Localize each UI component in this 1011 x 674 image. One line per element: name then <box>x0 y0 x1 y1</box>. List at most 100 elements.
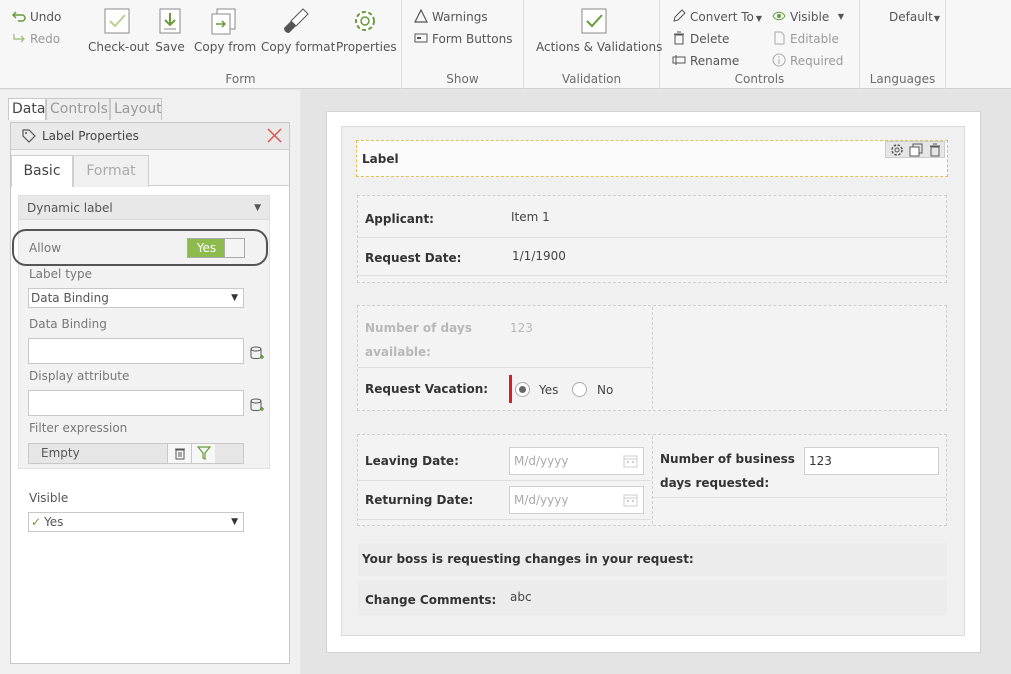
display-attribute-label: Display attribute <box>29 369 130 383</box>
properties-button[interactable]: Properties <box>336 6 397 54</box>
filter-expression-label: Filter expression <box>29 421 128 435</box>
visible-value: Yes <box>44 515 64 529</box>
business-days-input[interactable]: 123 <box>804 447 939 475</box>
warnings-toggle[interactable]: Warnings <box>414 8 488 26</box>
convert-to-chevron-icon: ▼ <box>755 14 763 23</box>
redo-icon <box>13 34 26 43</box>
row-divider <box>653 497 946 498</box>
control-toolbar <box>885 141 945 158</box>
filter-edit-button[interactable] <box>191 444 215 463</box>
vacation-yes-radio[interactable] <box>515 382 530 397</box>
leaving-date-placeholder: M/d/yyyy <box>514 454 569 468</box>
label-type-label: Label type <box>29 267 92 281</box>
checkout-icon <box>104 8 130 34</box>
copy-format-button[interactable]: Copy format <box>261 6 335 54</box>
eye-icon <box>772 11 786 21</box>
checkout-button[interactable]: Check-out <box>88 6 150 54</box>
ribbon-toolbar: Undo Redo Check-out Save Copy from Copy … <box>0 0 1011 89</box>
calendar-icon[interactable] <box>623 454 638 468</box>
trash-icon[interactable] <box>928 143 942 157</box>
data-binding-field[interactable] <box>28 338 244 364</box>
database-add-icon[interactable] <box>250 346 264 362</box>
label-type-select[interactable]: Data Binding ▼ <box>28 288 244 308</box>
gear-icon[interactable] <box>890 143 904 157</box>
form-buttons-icon <box>414 33 428 43</box>
copy-format-label: Copy format <box>261 40 336 54</box>
applicant-group <box>357 195 947 283</box>
undo-icon <box>12 11 26 22</box>
change-comments-label: Change Comments: <box>365 593 497 607</box>
row-divider <box>358 519 651 520</box>
leaving-date-input[interactable]: M/d/yyyy <box>509 447 644 475</box>
dynamic-label-header[interactable]: Dynamic label ▼ <box>19 196 269 220</box>
redo-button[interactable]: Redo <box>12 30 60 48</box>
paint-brush-icon <box>284 8 309 33</box>
checkout-label: Check-out <box>88 40 150 54</box>
column-divider <box>652 436 653 524</box>
visible-chevron-icon: ▼ <box>231 517 238 527</box>
visible-chevron-icon: ▼ <box>837 12 844 21</box>
controls-group: Convert To ▼ Delete Rename Visible ▼ Edita… <box>660 0 860 89</box>
copy-from-button[interactable]: Copy from <box>194 6 256 54</box>
visible-check-icon: ✓ <box>31 515 42 529</box>
tab-format[interactable]: Format <box>73 155 149 187</box>
vacation-no-radio[interactable] <box>572 382 587 397</box>
required-toggle[interactable]: Required <box>772 52 843 70</box>
row-divider <box>358 275 946 276</box>
form-group: Check-out Save Copy from Copy format Pro… <box>80 0 402 89</box>
visible-label: Visible <box>790 10 830 24</box>
boss-message-text: Your boss is requesting changes in your … <box>362 552 694 566</box>
rename-button[interactable]: Rename <box>672 52 739 70</box>
delete-button[interactable]: Delete <box>672 30 729 48</box>
tab-data[interactable]: Data <box>8 98 46 120</box>
business-days-value: 123 <box>809 454 832 468</box>
properties-header: Label Properties <box>11 123 289 150</box>
copy-icon[interactable] <box>909 143 923 157</box>
show-group: Warnings Form Buttons Show <box>402 0 524 89</box>
show-group-label: Show <box>446 72 479 86</box>
tab-layout[interactable]: Layout <box>110 98 162 120</box>
allow-toggle[interactable]: Yes <box>187 238 245 258</box>
rename-icon <box>672 55 686 65</box>
visible-prop-label: Visible <box>29 491 69 505</box>
returning-date-label: Returning Date: <box>365 493 474 507</box>
required-indicator <box>509 375 512 403</box>
returning-date-input[interactable]: M/d/yyyy <box>509 486 644 514</box>
save-icon <box>159 8 181 34</box>
copy-from-icon <box>211 8 236 35</box>
validation-group-label: Validation <box>561 72 622 86</box>
tab-controls[interactable]: Controls <box>46 98 110 120</box>
data-binding-label: Data Binding <box>29 317 107 331</box>
save-button[interactable]: Save <box>154 6 186 54</box>
dynamic-label-title: Dynamic label <box>27 201 113 215</box>
convert-to-dropdown[interactable]: Convert To ▼ <box>672 8 762 26</box>
visible-select[interactable]: ✓ Yes ▼ <box>28 512 244 532</box>
language-dropdown[interactable]: Default▼ <box>889 8 940 26</box>
database-add-icon[interactable] <box>250 398 264 414</box>
label-control-selected[interactable]: Label <box>356 140 948 177</box>
close-icon[interactable] <box>266 127 283 144</box>
undo-label: Undo <box>30 10 62 24</box>
display-attribute-field[interactable] <box>28 390 244 416</box>
undo-button[interactable]: Undo <box>12 8 61 26</box>
editable-toggle[interactable]: Editable <box>772 30 839 48</box>
days-available-label: Number of days <box>365 321 472 335</box>
actions-validations-label: Actions & Validations <box>536 40 663 54</box>
filter-expression-field[interactable]: Empty <box>28 443 244 464</box>
row-divider <box>358 480 651 481</box>
filter-clear-button[interactable] <box>167 444 191 463</box>
calendar-icon[interactable] <box>623 493 638 507</box>
actions-validations-button[interactable]: Actions & Validations <box>536 6 662 54</box>
controls-group-label: Controls <box>734 72 785 86</box>
info-icon <box>772 53 786 67</box>
tab-basic[interactable]: Basic <box>11 155 73 187</box>
language-chevron-icon: ▼ <box>933 14 941 23</box>
form-buttons-toggle[interactable]: Form Buttons <box>414 30 513 48</box>
editable-label: Editable <box>790 32 839 46</box>
applicant-value: Item 1 <box>511 210 550 224</box>
request-vacation-label: Request Vacation: <box>365 382 489 396</box>
delete-label: Delete <box>690 32 730 46</box>
row-divider <box>358 237 946 238</box>
visible-dropdown[interactable]: Visible ▼ <box>772 8 852 26</box>
label-control-text: Label <box>362 152 399 166</box>
